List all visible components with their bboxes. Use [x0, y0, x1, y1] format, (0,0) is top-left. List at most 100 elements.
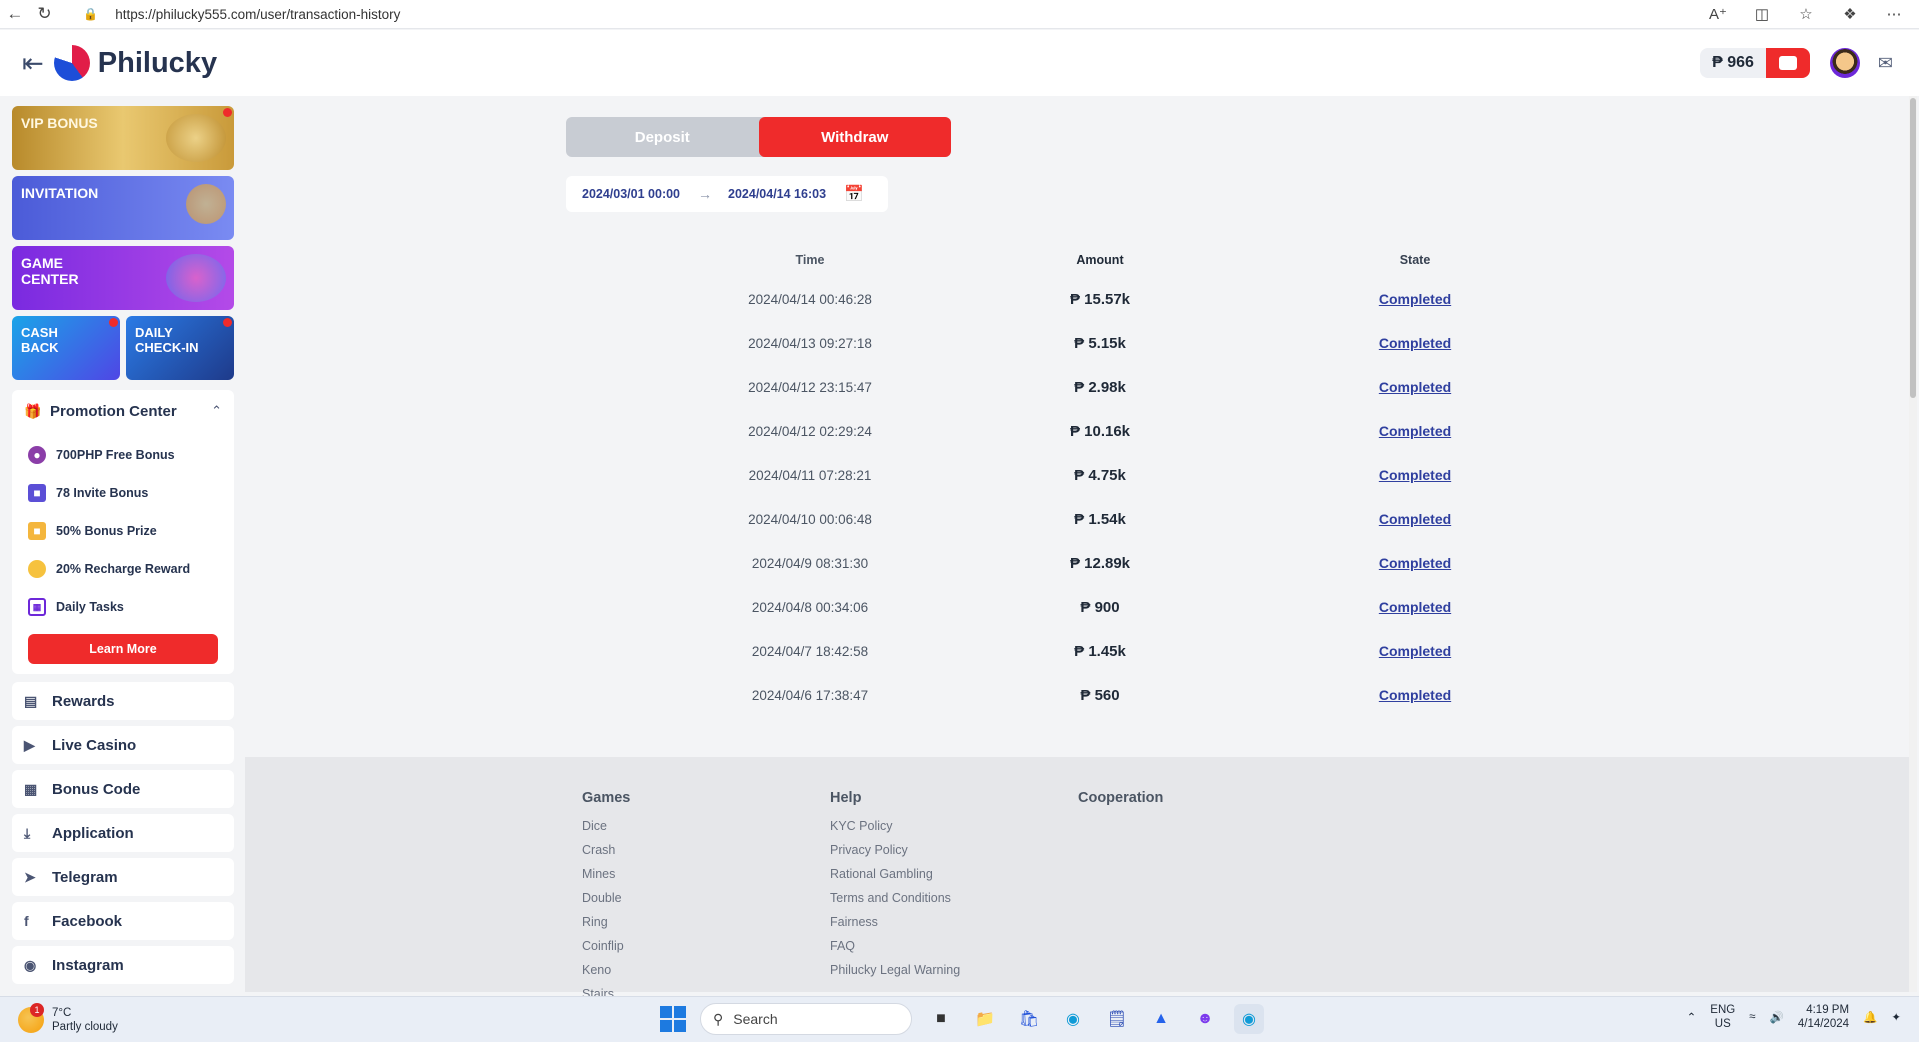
promo-item-daily-tasks[interactable]: ▦ Daily Tasks [24, 588, 222, 626]
row-state-link[interactable]: Completed [1379, 555, 1451, 571]
store-icon[interactable]: 🛍 [1014, 1004, 1044, 1034]
row-time: 2024/04/6 17:38:47 [751, 687, 869, 703]
refresh-icon[interactable]: ↻ [30, 0, 60, 28]
menu-collapse-icon[interactable]: ⇤ [22, 48, 44, 79]
vip-bonus-banner[interactable]: VIP BONUS [12, 106, 234, 170]
footer-link[interactable]: Terms and Conditions [830, 886, 960, 910]
sidebar-item-application[interactable]: ⤓ Application [12, 814, 234, 852]
promotion-center-title: Promotion Center [50, 402, 177, 420]
footer-link[interactable]: KYC Policy [830, 814, 960, 838]
promo-item-invite-bonus[interactable]: ■ 78 Invite Bonus [24, 474, 222, 512]
windows-taskbar: 1 7°C Partly cloudy ⚲ Search ■ 📁 🛍 ◉ 🗒 ▲… [0, 996, 1919, 1042]
read-aloud-icon[interactable]: A⁺ [1703, 5, 1733, 23]
volume-icon[interactable]: 🔊 [1770, 1010, 1784, 1024]
notification-bell-icon[interactable]: 🔔 [1863, 1010, 1877, 1024]
row-state-link[interactable]: Completed [1379, 467, 1451, 483]
row-state-link[interactable]: Completed [1379, 291, 1451, 307]
promotion-center-header[interactable]: 🎁 Promotion Center ⌃ [24, 398, 222, 424]
row-state-link[interactable]: Completed [1379, 423, 1451, 439]
footer-link[interactable]: Crash [582, 838, 630, 862]
footer-link[interactable]: Coinflip [582, 934, 630, 958]
tab-deposit[interactable]: Deposit [566, 117, 759, 157]
sidebar-item-label: Facebook [52, 912, 123, 930]
weather-widget[interactable]: 1 7°C Partly cloudy [18, 1002, 118, 1034]
learn-more-button[interactable]: Learn More [28, 634, 218, 664]
split-screen-icon[interactable]: ◫ [1747, 5, 1777, 23]
url-text[interactable]: https://philucky555.com/user/transaction… [115, 7, 400, 22]
mail-icon[interactable]: ✉ [1878, 53, 1893, 74]
address-bar[interactable]: 🔒 https://philucky555.com/user/transacti… [83, 1, 1703, 27]
footer-link[interactable]: Philucky Legal Warning [830, 958, 960, 982]
calendar-icon[interactable]: 📅 [844, 184, 864, 204]
footer-link[interactable]: Keno [582, 958, 630, 982]
row-state-link[interactable]: Completed [1379, 687, 1451, 703]
site-header: ⇤ Philucky ₱ 966 ✉ [0, 30, 1919, 96]
wallet-button[interactable] [1765, 48, 1810, 78]
taskbar-search[interactable]: ⚲ Search [700, 1003, 912, 1035]
footer-link[interactable]: FAQ [830, 934, 960, 958]
page-scrollbar[interactable] [1909, 96, 1917, 992]
promo-item-recharge-reward[interactable]: 20% Recharge Reward [24, 550, 222, 588]
footer-games: Games Dice Crash Mines Double Ring Coinf… [582, 790, 630, 1006]
sidebar-item-facebook[interactable]: f Facebook [12, 902, 234, 940]
chevron-up-icon[interactable]: ⌃ [1687, 1010, 1697, 1024]
windows-start-icon[interactable] [660, 1006, 686, 1032]
edge-icon[interactable]: ◉ [1058, 1004, 1088, 1034]
footer-link[interactable]: Rational Gambling [830, 862, 960, 886]
footer-link[interactable]: Ring [582, 910, 630, 934]
date-start[interactable]: 2024/03/01 00:00 [582, 187, 680, 201]
favorites-icon[interactable]: ☆ [1791, 5, 1821, 23]
language-indicator[interactable]: ENG US [1710, 1003, 1735, 1031]
row-state-link[interactable]: Completed [1379, 599, 1451, 615]
collections-icon[interactable]: ❖ [1835, 5, 1865, 23]
app-icon[interactable]: ☻ [1190, 1004, 1220, 1034]
file-explorer-icon[interactable]: 📁 [970, 1004, 1000, 1034]
date-end[interactable]: 2024/04/14 16:03 [728, 187, 826, 201]
sidebar-item-instagram[interactable]: ◉ Instagram [12, 946, 234, 984]
promo-item-label: 50% Bonus Prize [56, 524, 157, 538]
lock-icon[interactable]: 🔒 [83, 7, 101, 21]
game-center-banner[interactable]: GAME CENTER [12, 246, 234, 310]
wifi-icon[interactable]: ≈ [1749, 1011, 1755, 1023]
sidebar-item-live-casino[interactable]: ▶ Live Casino [12, 726, 234, 764]
footer-link[interactable]: Mines [582, 862, 630, 886]
promo-item-700php-free-bonus[interactable]: ● 700PHP Free Bonus [24, 436, 222, 474]
tab-withdraw[interactable]: Withdraw [758, 117, 951, 157]
sidebar: VIP BONUS INVITATION GAME CENTER CASH BA… [12, 106, 234, 990]
telegram-icon: ➤ [24, 868, 36, 885]
footer-link[interactable]: Double [582, 886, 630, 910]
row-time: 2024/04/10 00:06:48 [748, 511, 872, 527]
clock[interactable]: 4:19 PM 4/14/2024 [1798, 1003, 1849, 1031]
download-icon: ⤓ [24, 824, 31, 841]
promo-item-label: Daily Tasks [56, 600, 124, 614]
sidebar-item-rewards[interactable]: ▤ Rewards [12, 682, 234, 720]
footer-cooperation: Cooperation [1078, 790, 1163, 814]
notepad-icon[interactable]: 🗒 [1102, 1004, 1132, 1034]
app-icon[interactable]: ▲ [1146, 1004, 1176, 1034]
row-state-link[interactable]: Completed [1379, 379, 1451, 395]
browser-toolbar: ← ↻ 🔒 https://philucky555.com/user/trans… [0, 0, 1919, 29]
row-state-link[interactable]: Completed [1379, 511, 1451, 527]
daily-check-in-banner[interactable]: DAILY CHECK-IN [126, 316, 234, 380]
invitation-banner[interactable]: INVITATION [12, 176, 234, 240]
more-icon[interactable]: ⋯ [1879, 5, 1909, 23]
cash-back-banner[interactable]: CASH BACK [12, 316, 120, 380]
row-time: 2024/04/11 07:28:21 [748, 467, 872, 483]
row-state-link[interactable]: Completed [1379, 643, 1451, 659]
promo-item-50-bonus-prize[interactable]: ■ 50% Bonus Prize [24, 512, 222, 550]
back-icon[interactable]: ← [0, 0, 30, 28]
footer-link[interactable]: Privacy Policy [830, 838, 960, 862]
avatar[interactable] [1829, 48, 1860, 78]
sidebar-item-telegram[interactable]: ➤ Telegram [12, 858, 234, 896]
row-state-link[interactable]: Completed [1379, 335, 1451, 351]
logo[interactable]: Philucky [53, 45, 217, 81]
chevron-up-icon[interactable]: ⌃ [211, 403, 222, 419]
edge-active-icon[interactable]: ◉ [1234, 1004, 1264, 1034]
footer-link[interactable]: Fairness [830, 910, 960, 934]
copilot-icon[interactable]: ✦ [1891, 1010, 1901, 1024]
task-view-icon[interactable]: ■ [926, 1004, 956, 1034]
scrollbar-thumb[interactable] [1910, 98, 1916, 398]
date-range-picker[interactable]: 2024/03/01 00:00 → 2024/04/14 16:03 📅 [566, 176, 888, 212]
footer-link[interactable]: Dice [582, 814, 630, 838]
sidebar-item-bonus-code[interactable]: ▦ Bonus Code [12, 770, 234, 808]
